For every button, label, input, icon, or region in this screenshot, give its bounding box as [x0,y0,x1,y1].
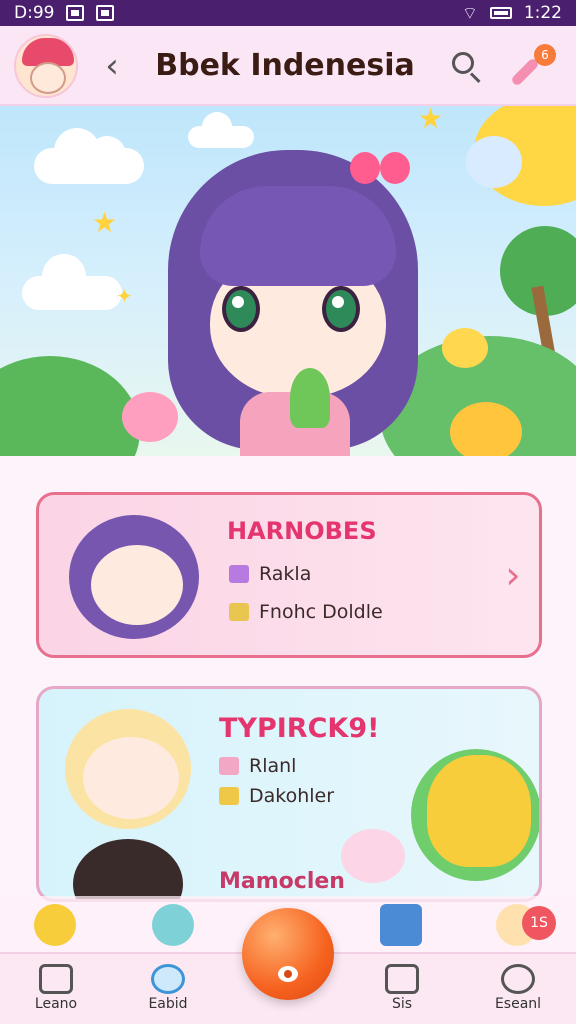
status-time-right: 1:22 [523,3,562,23]
app-header: ‹ Bbek Indenesia 6 [0,26,576,106]
tablet-icon [385,964,419,994]
herb-bunch-icon [290,368,330,428]
pencil-icon [229,565,249,583]
note-icon [229,603,249,621]
girl-eye-left [222,286,260,332]
chevron-right-icon[interactable]: › [495,556,531,594]
battery-icon [489,7,512,19]
book-shortcut-icon[interactable] [380,904,422,946]
chat-bubble-icon [151,964,185,994]
blue-critter-icon [466,136,522,188]
card-line-text: Rakla [259,563,312,585]
card-line-text: Dakohler [249,785,335,807]
orange-critter-icon [450,402,522,456]
yellow-critter-icon [442,328,488,368]
bush-icon [0,356,140,456]
search-icon [452,52,474,74]
nav-chat-label: Eabid [148,996,188,1012]
nav-settings[interactable]: Eseanl [468,958,568,1022]
card-footer-label: Mamoclen [219,869,345,894]
pink-critter-icon [122,392,178,442]
avatar[interactable] [14,34,78,98]
nav-files-label: Sis [391,996,413,1012]
card-title: TYPIRCK9! [219,713,380,744]
nav-home[interactable]: Leano [6,958,106,1022]
tag-icon [219,757,239,775]
checkmark-icon [219,787,239,805]
card-line: Rlanl [219,755,296,777]
cloud-icon [188,112,254,148]
brush-button[interactable]: 6 [508,42,558,92]
image-icon [96,5,115,21]
pet-shortcut-icon[interactable] [34,904,76,946]
card-character-face [91,545,183,625]
girl-bangs [200,186,396,286]
star-icon: ★ [92,206,118,239]
home-icon [39,964,73,994]
card-character-face [83,737,179,819]
hero-banner[interactable]: ★ ★ ✦ [0,106,576,456]
nav-files[interactable]: Sis [352,958,452,1022]
nav-home-label: Leano [34,996,78,1012]
sparkle-icon: ✦ [116,284,133,308]
search-handle [469,72,481,84]
status-time-left: D:99 [14,3,55,23]
girl-eye-right [322,286,360,332]
hair-bow-icon [350,146,410,190]
notification-badge: 6 [534,44,556,66]
card-line: Dakohler [219,785,334,807]
yellow-pet-icon [427,755,531,867]
game-shortcut-icon[interactable] [152,904,194,946]
gallery-icon [66,5,85,21]
settings-icon [501,964,535,994]
cloud-icon [22,254,122,310]
character-card-1[interactable]: HARNOBES Rakla Fnohc Doldle › [36,492,542,658]
bunny-icon [341,829,405,883]
character-card-2[interactable]: TYPIRCK9! Rlanl Dakohler Mamoclen [36,686,542,902]
avatar-face [30,62,66,94]
search-button[interactable] [446,46,486,86]
chevron-left-icon: ‹ [105,46,119,86]
card-line: Fnohc Doldle [229,601,383,623]
page-title: Bbek Indenesia [155,48,415,83]
card-title: HARNOBES [227,517,377,545]
card-line-text: Rlanl [249,755,297,777]
star-icon: ★ [418,106,444,135]
cloud-icon [34,128,144,184]
card-line: Rakla [229,563,311,585]
eye-icon [278,966,298,982]
wifi-icon: ⌔ [461,3,478,24]
status-bar: D:99 ⌔ 1:22 [0,0,576,26]
shortcut-badge: 1S [522,906,556,940]
card-line-text: Fnohc Doldle [259,601,383,623]
second-character-hair [73,839,183,899]
back-button[interactable]: ‹ [96,46,128,86]
nav-settings-label: Eseanl [494,996,542,1012]
nav-chat[interactable]: Eabid [118,958,218,1022]
center-action-button[interactable] [242,908,334,1000]
